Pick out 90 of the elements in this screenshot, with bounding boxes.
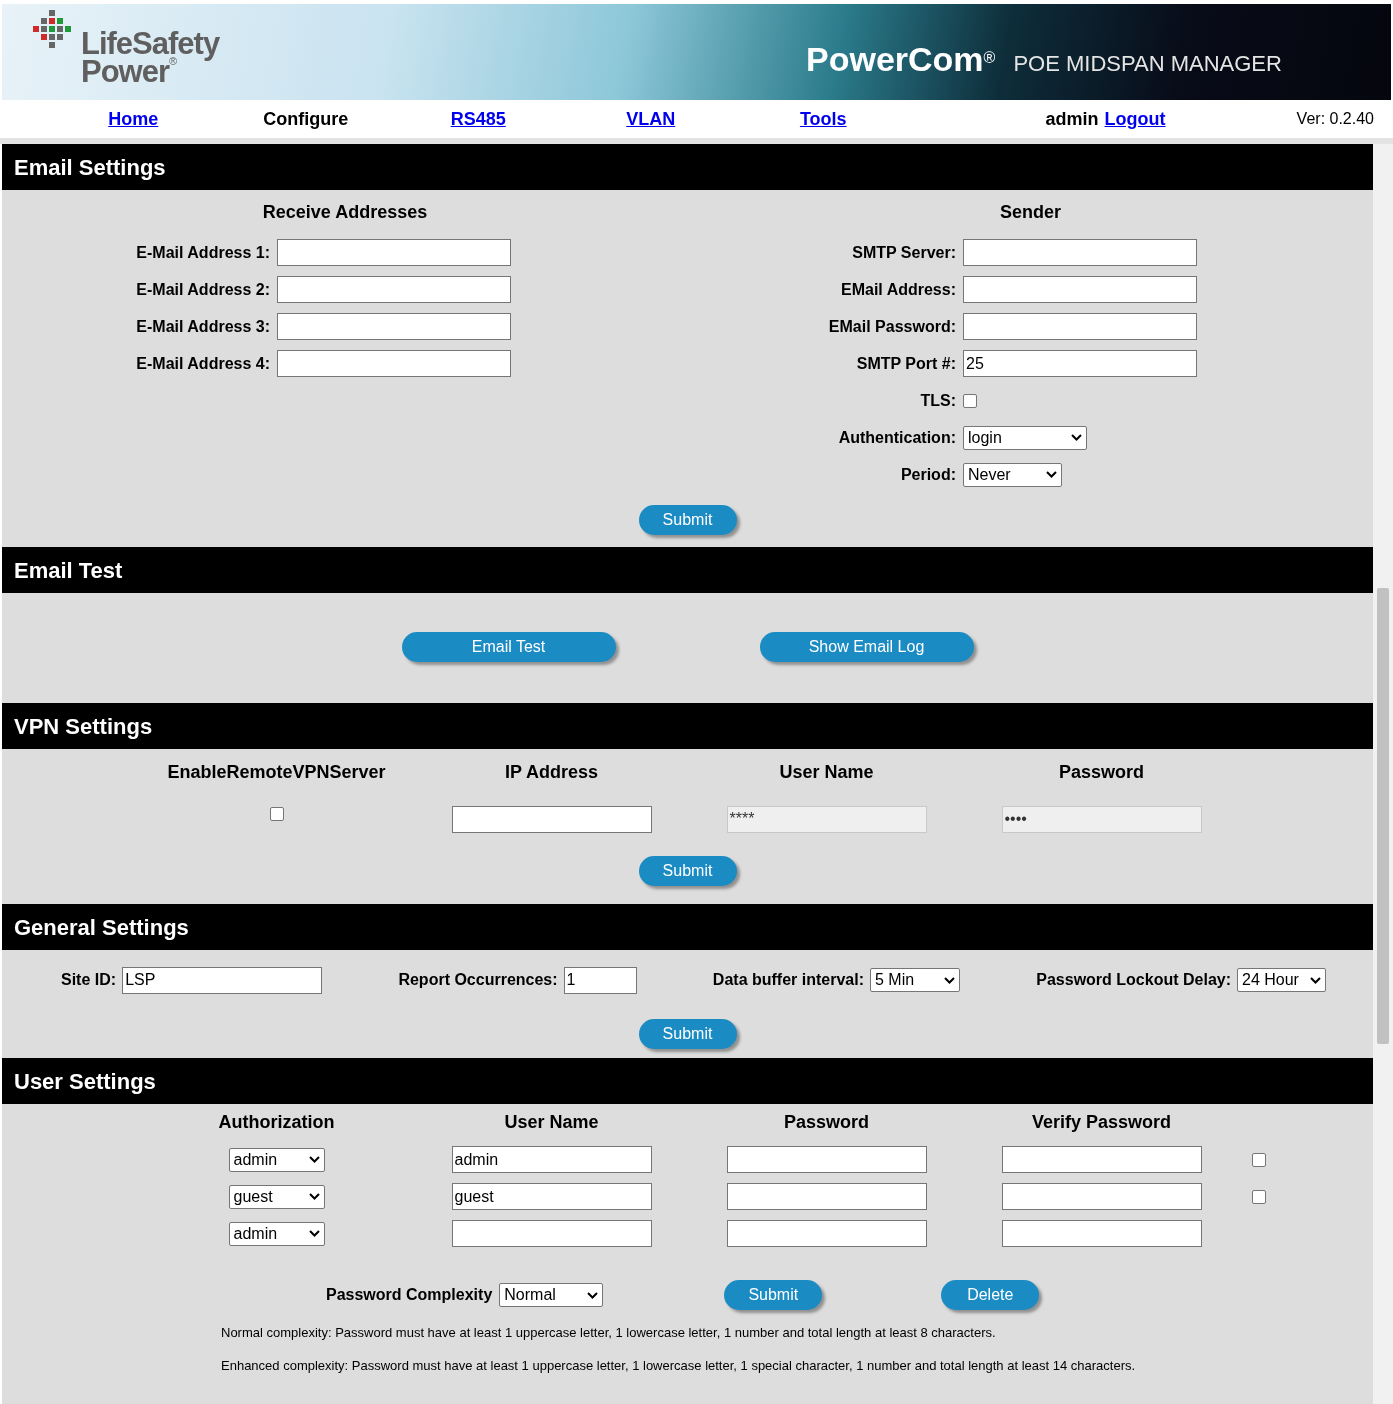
version-text: Ver: 0.2.40 — [1296, 109, 1374, 129]
caret-icon — [308, 1230, 320, 1237]
input-field[interactable]: 25 — [963, 350, 1197, 377]
input-field[interactable] — [277, 276, 511, 303]
logout-link[interactable]: Logout — [1104, 105, 1166, 133]
column-heading: EnableRemoteVPNServer — [167, 760, 386, 784]
nav-link[interactable]: Configure — [263, 105, 349, 133]
field-label: E-Mail Address 1: — [135, 242, 271, 263]
section-header: Email Settings — [2, 144, 1373, 190]
product-name: PowerCom$^{®}$ — [806, 42, 996, 76]
caret-icon — [308, 1193, 320, 1200]
section-header: User Settings — [2, 1058, 1373, 1104]
caret-icon — [1310, 976, 1321, 984]
field-label: SMTP Port #: — [855, 353, 957, 374]
input-field[interactable] — [451, 805, 652, 833]
checkbox[interactable] — [1252, 1152, 1266, 1167]
column-heading: Password — [1058, 760, 1144, 784]
input-field[interactable] — [963, 276, 1197, 303]
field-label: E-Mail Address 2: — [135, 279, 271, 300]
caret-icon — [587, 1291, 599, 1299]
dropdown[interactable]: login — [963, 425, 1087, 450]
column-heading: Receive Addresses — [262, 200, 428, 224]
input-field[interactable] — [963, 313, 1197, 340]
email-button[interactable]: Email Test — [401, 632, 616, 662]
email-button[interactable]: Show Email Log — [759, 632, 974, 662]
checkbox[interactable] — [1252, 1189, 1266, 1204]
field-label: E-Mail Address 3: — [135, 316, 271, 337]
dropdown[interactable]: 5 Min — [870, 968, 960, 992]
checkbox[interactable] — [269, 807, 284, 821]
section-header: General Settings — [2, 904, 1373, 950]
nav-link[interactable]: Home — [108, 105, 159, 133]
field-label: Authentication: — [837, 427, 957, 448]
submit-button[interactable]: Submit — [724, 1280, 823, 1310]
column-heading: IP Address — [504, 760, 598, 784]
column-heading: Verify Password — [1031, 1111, 1172, 1134]
dropdown[interactable]: 24 Hour — [1237, 968, 1326, 992]
field-label: SMTP Server: — [851, 242, 957, 263]
caret-icon — [308, 1156, 320, 1163]
help-text: Normal complexity: Password must have at least 1 uppercase letter, 1 lowercase letter, 1 number and total length at least 8 characters. — [221, 1324, 997, 1342]
field-label: Report Occurrences: — [398, 970, 558, 990]
nav-link[interactable]: VLAN — [626, 105, 676, 133]
input-field[interactable] — [451, 1220, 652, 1247]
checkbox[interactable] — [963, 393, 977, 408]
product-subtitle: POE MIDSPAN MANAGER — [1013, 53, 1282, 75]
field-label: Password Complexity — [326, 1285, 493, 1305]
column-heading: User Name — [779, 760, 874, 784]
dropdown[interactable]: admin — [228, 1147, 325, 1172]
column-heading: Sender — [1000, 200, 1061, 224]
field-label: Site ID: — [61, 970, 117, 990]
input-field[interactable]: 1 — [563, 966, 637, 994]
input-field[interactable] — [277, 350, 511, 377]
field-label: EMail Password: — [827, 316, 957, 337]
input-field[interactable] — [1001, 1220, 1202, 1247]
field-label: Password Lockout Delay: — [1036, 970, 1231, 990]
input-field[interactable] — [726, 1220, 927, 1247]
field-label: Data buffer interval: — [712, 970, 864, 990]
submit-button[interactable]: Submit — [638, 1019, 737, 1049]
submit-button[interactable]: Submit — [638, 505, 737, 535]
input-field[interactable] — [277, 313, 511, 340]
column-heading: Password — [783, 1111, 869, 1134]
input-field[interactable]: LSP — [122, 966, 323, 994]
column-heading: Authorization — [218, 1111, 335, 1134]
input-field[interactable] — [726, 1146, 927, 1173]
field-label: EMail Address: — [840, 279, 957, 300]
input-field[interactable] — [277, 239, 511, 266]
section-header: Email Test — [2, 547, 1373, 593]
submit-button[interactable]: Submit — [638, 856, 737, 886]
input-field[interactable] — [1001, 1146, 1202, 1173]
input-field[interactable] — [963, 239, 1197, 266]
input-field[interactable] — [726, 1183, 927, 1210]
field-label: TLS: — [919, 390, 957, 411]
field-label: E-Mail Address 4: — [135, 353, 271, 374]
dropdown[interactable]: guest — [228, 1184, 325, 1209]
help-text: Enhanced complexity: Password must have at least 1 uppercase letter, 1 lowercase letter, 1 special character, 1 number and total length at least 14 characters. — [221, 1357, 1137, 1375]
nav-link[interactable]: Tools — [799, 105, 847, 133]
delete-button[interactable]: Delete — [941, 1280, 1040, 1310]
caret-icon — [1046, 471, 1057, 478]
nav-link[interactable]: RS485 — [450, 105, 506, 133]
caret-icon — [944, 976, 955, 984]
field-label: Period: — [899, 464, 957, 485]
section-header: VPN Settings — [2, 703, 1373, 749]
dropdown[interactable]: Normal — [499, 1283, 604, 1307]
caret-icon — [1071, 434, 1082, 441]
user-name: admin — [1045, 107, 1099, 131]
input-field[interactable]: admin — [451, 1146, 652, 1173]
dropdown[interactable]: Never — [963, 462, 1062, 487]
dropdown[interactable]: admin — [228, 1221, 325, 1246]
input-field[interactable] — [1001, 1183, 1202, 1210]
input-field[interactable]: guest — [451, 1183, 652, 1210]
column-heading: User Name — [504, 1111, 599, 1134]
